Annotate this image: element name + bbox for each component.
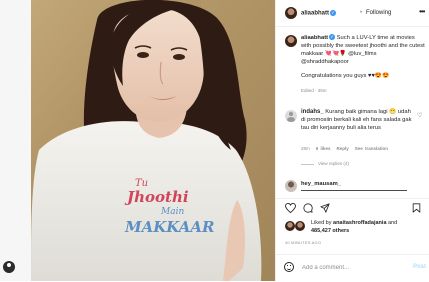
comment-likes[interactable]: 6 likes: [316, 146, 331, 151]
header-separator: •: [360, 10, 363, 16]
comment-meta: 28m 6 likes Reply See translation: [301, 146, 394, 151]
author-username-text[interactable]: aliaabhatt: [301, 11, 329, 17]
verified-icon: ✓: [330, 10, 337, 16]
post-details-panel: aliaabhatt ✓ • Following ••• aliaabhatt ✓ …: [275, 0, 429, 281]
reply-typing-progress: [301, 190, 407, 191]
caption-username[interactable]: aliaabhatt ✓: [301, 34, 336, 41]
commenter-username[interactable]: indahs_: [301, 109, 324, 115]
caption-username-text[interactable]: aliaabhatt: [301, 35, 328, 41]
liked-by: Liked by anaitashroffadajania and 485,427…: [311, 219, 397, 235]
liked-by-user[interactable]: anaitashroffadajania: [333, 220, 387, 226]
comment-heart-icon[interactable]: ♡: [417, 112, 422, 119]
comment-icon[interactable]: [303, 203, 313, 213]
caption-congrats: Congratulations you guys ♥♥😍😍: [301, 73, 390, 79]
post-comment-button[interactable]: Post: [413, 264, 426, 270]
caption: aliaabhatt ✓ Such a LUV-LY time at movies…: [301, 34, 425, 80]
heart-icon[interactable]: [285, 203, 296, 213]
profile-avatar[interactable]: [3, 261, 15, 273]
bookmark-icon[interactable]: [412, 203, 421, 213]
comment-age: 28m: [301, 146, 310, 151]
shirt-print-line2: Jhoothi: [124, 188, 189, 206]
liked-by-prefix: Liked by: [311, 220, 334, 226]
author-username[interactable]: aliaabhatt ✓: [301, 10, 337, 17]
following-button[interactable]: Following: [366, 10, 391, 16]
reply-typing-username[interactable]: hey_mausam_: [301, 181, 341, 187]
shirt-print-line4: MAKKAAR: [124, 218, 214, 236]
view-replies-link[interactable]: View replies (4): [318, 161, 349, 166]
post-photo[interactable]: Tu Jhoothi Main MAKKAAR: [31, 0, 275, 281]
reply-typing-avatar[interactable]: [285, 180, 297, 192]
comment: indahs_ Kurang baik gimana lagi 😁 udah d…: [301, 108, 413, 132]
post-time-ago[interactable]: 40 MINUTES AGO: [285, 240, 321, 245]
see-translation-link[interactable]: See translation: [355, 146, 388, 151]
author-avatar[interactable]: [285, 7, 297, 19]
caption-edited-time: Edited · 35m: [301, 88, 327, 93]
liked-by-avatar-2[interactable]: [295, 221, 305, 231]
more-icon[interactable]: •••: [419, 7, 425, 16]
emoji-icon[interactable]: [284, 262, 294, 272]
caption-avatar[interactable]: [285, 35, 297, 47]
add-comment-input[interactable]: [302, 263, 402, 272]
share-icon[interactable]: [320, 203, 330, 213]
likes-others-link[interactable]: 485,427 others: [311, 228, 349, 234]
action-bar: [276, 198, 429, 217]
liked-by-avatar[interactable]: [285, 221, 295, 231]
replies-divider: [301, 164, 314, 165]
commenter-avatar[interactable]: [285, 110, 297, 122]
comment-reply-button[interactable]: Reply: [337, 146, 349, 151]
post-header: aliaabhatt ✓ • Following •••: [276, 0, 429, 27]
liked-by-joiner: and: [386, 220, 398, 226]
shirt-print-line3: Main: [160, 207, 184, 217]
post-photo-illustration: Tu Jhoothi Main MAKKAAR: [31, 0, 275, 281]
